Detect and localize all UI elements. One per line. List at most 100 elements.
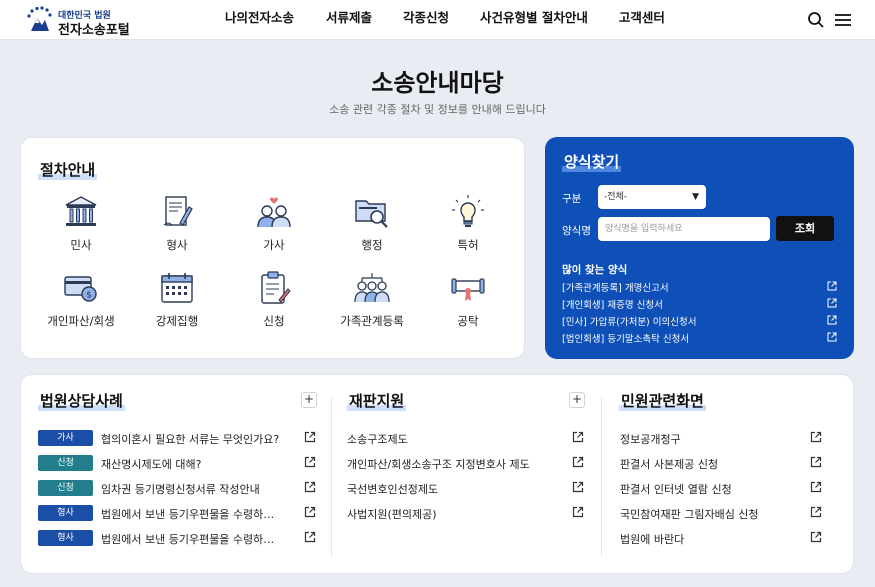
popular-form-text: [민사] 가압류(가처분) 이의신청서 (562, 317, 697, 328)
case-title: 협의이혼시 필요한 서류는 무엇인가요? (101, 433, 280, 446)
form-finder-title: 양식찾기 (562, 151, 622, 172)
consult-case-row[interactable]: 형사 법원에서 보낸 등기우편물을 수령하… (38, 530, 318, 548)
external-link-icon (304, 531, 316, 543)
form-finder-panel: 양식찾기 구분 -전체- ▼ 양식명 양식명을 입력하세요 조회 많이 찾는 양… (545, 137, 854, 359)
case-category-badge: 형사 (38, 530, 93, 546)
case-title: 임차권 등기명령신청서류 작성안내 (101, 483, 260, 496)
popular-form-text: [개인회생] 재증명 신청서 (562, 300, 663, 311)
external-link-icon[interactable] (810, 506, 822, 518)
civil-services-title: 민원관련화면 (619, 390, 706, 411)
external-link-icon[interactable] (572, 506, 584, 518)
procedure-civil[interactable]: 민사 (36, 193, 126, 253)
consult-case-row[interactable]: 신청 재산명시제도에 대해? (38, 455, 318, 473)
search-button[interactable]: 조회 (776, 216, 834, 241)
case-title: 법원에서 보낸 등기우편물을 수령하… (101, 508, 275, 521)
lightbulb-icon (452, 195, 484, 227)
procedure-bankruptcy-label: 개인파산/회생 (47, 314, 115, 328)
nav-document-submit[interactable]: 서류제출 (326, 0, 372, 40)
nav-my-esuit[interactable]: 나의전자소송 (225, 0, 294, 40)
procedure-enforcement-label: 강제집행 (155, 314, 199, 328)
external-link-icon (827, 298, 837, 308)
procedure-civil-label: 민사 (70, 238, 92, 252)
civil-service-link[interactable]: 판결서 인터넷 열람 신청 (620, 481, 732, 497)
procedure-criminal[interactable]: 형사 (132, 193, 222, 253)
procedure-administrative[interactable]: 행정 (327, 193, 417, 253)
civil-service-link[interactable]: 법원에 바란다 (620, 531, 684, 547)
form-name-label: 양식명 (562, 225, 591, 237)
external-link-icon[interactable] (572, 431, 584, 443)
main-nav: 나의전자소송 서류제출 각종신청 사건유형별 절차안내 고객센터 (225, 0, 697, 40)
category-label: 구분 (562, 193, 582, 205)
case-category-badge: 가사 (38, 430, 93, 446)
external-link-icon (304, 506, 316, 518)
external-link-icon[interactable] (810, 431, 822, 443)
consult-cases-more-button[interactable]: + (301, 392, 317, 408)
procedure-application[interactable]: 신청 (229, 269, 319, 329)
trial-support-title: 재판지원 (347, 390, 407, 411)
logo-title: 전자소송포털 (58, 23, 130, 38)
chevron-down-icon: ▼ (692, 192, 699, 202)
trial-support-link[interactable]: 국선변호인선정제도 (347, 481, 438, 497)
scroll-icon (451, 278, 485, 301)
column-divider (601, 397, 602, 557)
civil-service-link[interactable]: 정보공개청구 (620, 431, 681, 447)
civil-service-link[interactable]: 판결서 사본제공 신청 (620, 456, 718, 472)
trial-support-link[interactable]: 개인파산/회생소송구조 지정변호사 제도 (347, 456, 530, 472)
procedure-family-label: 가사 (263, 238, 285, 252)
case-title: 법원에서 보낸 등기우편물을 수령하… (101, 533, 275, 546)
external-link-icon[interactable] (572, 481, 584, 493)
svg-text:$: $ (86, 291, 92, 301)
nav-customer-center[interactable]: 고객센터 (619, 0, 665, 40)
consult-cases-title: 법원상담사례 (38, 390, 125, 411)
trial-support-more-button[interactable]: + (569, 392, 585, 408)
procedure-guide-title: 절차안내 (38, 159, 98, 180)
external-link-icon (827, 315, 837, 325)
external-link-icon (304, 481, 316, 493)
category-select-value: -전체- (604, 192, 628, 202)
external-link-icon[interactable] (572, 456, 584, 468)
civil-service-link[interactable]: 국민참여재판 그림자배심 신청 (620, 506, 759, 522)
procedure-application-label: 신청 (263, 314, 285, 328)
bottom-panel: 법원상담사례 + 가사 협의이혼시 필요한 서류는 무엇인가요? 신청 재산명시… (20, 374, 854, 574)
trial-support-link[interactable]: 사법지원(편의제공) (347, 506, 437, 522)
popular-form-item[interactable]: [가족관계등록] 개명신고서 (562, 280, 837, 294)
page-title: 소송안내마당 (371, 69, 504, 97)
popular-form-text: [법인회생] 등기말소촉탁 신청서 (562, 334, 690, 345)
nav-applications[interactable]: 각종신청 (403, 0, 449, 40)
consult-case-row[interactable]: 가사 협의이혼시 필요한 서류는 무엇인가요? (38, 430, 318, 448)
card-coin-icon: $ (64, 276, 97, 302)
procedure-deposit-label: 공탁 (457, 314, 479, 328)
form-name-input[interactable]: 양식명을 입력하세요 (598, 217, 770, 241)
external-link-icon (827, 281, 837, 291)
popular-form-item[interactable]: [개인회생] 재증명 신청서 (562, 297, 837, 311)
site-logo[interactable]: 대한민국 법원 전자소송포털 (24, 5, 144, 38)
external-link-icon[interactable] (810, 481, 822, 493)
procedure-deposit[interactable]: 공탁 (423, 269, 513, 329)
clipboard-icon (261, 271, 291, 304)
consult-case-row[interactable]: 신청 임차권 등기명령신청서류 작성안내 (38, 480, 318, 498)
trial-support-link[interactable]: 소송구조제도 (347, 431, 408, 447)
menu-icon[interactable] (834, 11, 852, 29)
external-link-icon[interactable] (810, 531, 822, 543)
procedure-enforcement[interactable]: 강제집행 (132, 269, 222, 329)
external-link-icon[interactable] (810, 456, 822, 468)
calendar-icon (161, 273, 193, 303)
popular-forms-title: 많이 찾는 양식 (562, 264, 628, 276)
procedure-family[interactable]: 가사 (229, 193, 319, 253)
page-subtitle: 소송 관련 각종 절차 및 정보를 안내해 드립니다 (329, 103, 546, 116)
category-select[interactable]: -전체- ▼ (598, 185, 706, 209)
procedure-bankruptcy[interactable]: $ 개인파산/회생 (36, 269, 126, 329)
nav-case-guide[interactable]: 사건유형별 절차안내 (480, 0, 588, 40)
procedure-family-registry[interactable]: 가족관계등록 (327, 269, 417, 329)
popular-form-item[interactable]: [법인회생] 등기말소촉탁 신청서 (562, 331, 837, 345)
people-group-icon (354, 273, 390, 303)
case-category-badge: 신청 (38, 455, 93, 471)
site-header: 대한민국 법원 전자소송포털 나의전자소송 서류제출 각종신청 사건유형별 절차… (0, 0, 875, 40)
column-divider (331, 397, 332, 557)
court-emblem-icon (27, 6, 52, 31)
popular-form-item[interactable]: [민사] 가압류(가처분) 이의신청서 (562, 314, 837, 328)
procedure-patent[interactable]: 특허 (423, 193, 513, 253)
procedure-patent-label: 특허 (457, 238, 479, 252)
consult-case-row[interactable]: 형사 법원에서 보낸 등기우편물을 수령하… (38, 505, 318, 523)
search-icon[interactable] (807, 11, 825, 29)
